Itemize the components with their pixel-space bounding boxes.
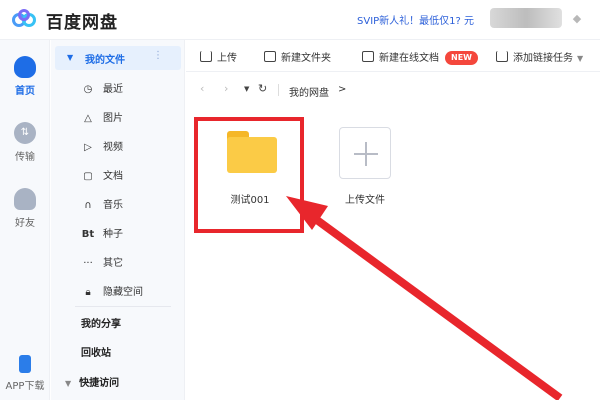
bt-icon: Bt — [81, 229, 95, 240]
svip-promo-link[interactable]: SVIP新人礼！最低仅1? 元 — [357, 12, 474, 27]
sidebar-item-recycle-bin[interactable]: 回收站 — [81, 344, 111, 359]
file-sidebar: ▼ 我的文件 ⋮ ◷ 最近 △ 图片 ▷ 视频 ▢ 文档 ∩ 音乐 Bt 种子 ··· 其它 … — [51, 40, 185, 400]
sidebar-item-label: 视频 — [103, 142, 123, 153]
ellipsis-icon: ··· — [83, 258, 93, 269]
document-icon: ▢ — [83, 171, 93, 182]
rail-item-home[interactable]: 首页 — [0, 56, 50, 97]
back-arrow-icon[interactable]: ‹ — [200, 82, 204, 95]
sidebar-item-torrents[interactable]: Bt 种子 — [81, 225, 123, 241]
plus-icon-vertical — [365, 142, 367, 166]
sidebar-my-files-label: 我的文件 — [85, 55, 125, 66]
user-avatar[interactable] — [490, 8, 562, 28]
rail-label-friends: 好友 — [15, 218, 35, 229]
refresh-icon[interactable]: ↻ — [258, 82, 267, 95]
upload-file-tile[interactable] — [339, 127, 391, 179]
sidebar-item-other[interactable]: ··· 其它 — [81, 254, 123, 270]
breadcrumb: ‹ › ▼ ↻ 我的网盘 > — [186, 76, 600, 104]
sidebar-item-label: 图片 — [103, 113, 123, 124]
sidebar-item-documents[interactable]: ▢ 文档 — [81, 167, 123, 183]
top-bar: 百度网盘 SVIP新人礼！最低仅1? 元 ◆ — [0, 0, 600, 40]
sidebar-item-label: 隐藏空间 — [103, 287, 143, 298]
new-folder-icon — [264, 51, 276, 62]
upload-button[interactable]: 上传 — [200, 49, 237, 64]
play-icon: ▷ — [84, 142, 92, 153]
breadcrumb-divider — [278, 84, 279, 96]
folder-icon[interactable] — [227, 131, 277, 173]
friends-icon — [14, 188, 36, 210]
sidebar-item-my-files[interactable]: ▼ 我的文件 ⋮ — [55, 46, 181, 70]
left-rail: 首页 ⇅ 传输 好友 APP下载 — [0, 40, 50, 400]
forward-arrow-icon[interactable]: › — [224, 82, 228, 95]
headphones-icon: ∩ — [84, 200, 92, 211]
transfer-icon: ⇅ — [14, 122, 36, 144]
caret-down-icon: ▼ — [65, 379, 72, 388]
rail-label-home: 首页 — [15, 86, 35, 97]
sidebar-item-label: 文档 — [103, 171, 123, 182]
sidebar-item-images[interactable]: △ 图片 — [81, 109, 123, 125]
sidebar-item-music[interactable]: ∩ 音乐 — [81, 196, 123, 212]
app-title: 百度网盘 — [46, 12, 118, 33]
sidebar-item-label: 最近 — [103, 84, 123, 95]
history-dropdown-icon[interactable]: ▼ — [244, 85, 249, 93]
app-logo[interactable]: 百度网盘 — [12, 7, 118, 33]
caret-down-icon: ▼ — [577, 54, 584, 63]
new-badge: NEW — [445, 51, 478, 65]
breadcrumb-separator: > — [338, 84, 347, 95]
new-online-doc-button[interactable]: 新建在线文档 NEW — [362, 49, 478, 65]
new-folder-button[interactable]: 新建文件夹 — [264, 49, 331, 64]
folder-name[interactable]: 测试001 — [200, 191, 300, 206]
rail-label-transfer: 传输 — [15, 152, 35, 163]
vip-diamond-icon[interactable]: ◆ — [570, 12, 584, 25]
sidebar-item-quick-access[interactable]: ▼ 快捷访问 — [65, 374, 119, 389]
rail-item-friends[interactable]: 好友 — [0, 188, 50, 229]
clock-icon: ◷ — [83, 84, 93, 95]
rail-label-app-download: APP下载 — [5, 381, 45, 392]
sidebar-item-recent[interactable]: ◷ 最近 — [81, 80, 123, 96]
rail-item-app-download[interactable]: APP下载 — [0, 355, 50, 392]
add-link-task-label: 添加链接任务 — [513, 53, 573, 64]
sidebar-item-label: 音乐 — [103, 200, 123, 211]
mountain-icon: △ — [84, 113, 92, 124]
toolbar: 上传 新建文件夹 新建在线文档 NEW 添加链接任务 ▼ — [186, 40, 600, 72]
sidebar-item-label: 其它 — [103, 258, 123, 269]
sidebar-quick-access-label: 快捷访问 — [79, 378, 120, 389]
phone-icon — [19, 355, 31, 373]
sidebar-item-videos[interactable]: ▷ 视频 — [81, 138, 123, 154]
upload-file-label: 上传文件 — [345, 195, 385, 206]
download-icon — [496, 51, 508, 62]
cloud-icon — [14, 56, 36, 78]
sidebar-item-my-share[interactable]: 我的分享 — [81, 315, 121, 330]
upload-label: 上传 — [217, 53, 237, 64]
new-folder-label: 新建文件夹 — [281, 53, 331, 64]
more-vertical-icon[interactable]: ⋮ — [153, 50, 163, 61]
sidebar-item-hidden-space[interactable]: 🔒︎ 隐藏空间 — [81, 283, 143, 299]
baidu-netdisk-logo-icon — [12, 9, 40, 31]
new-online-doc-label: 新建在线文档 — [379, 53, 439, 64]
sidebar-item-label: 种子 — [103, 229, 123, 240]
lock-icon: 🔒︎ — [85, 287, 91, 298]
breadcrumb-root[interactable]: 我的网盘 — [289, 84, 329, 99]
sidebar-divider — [75, 306, 171, 307]
add-link-task-button[interactable]: 添加链接任务 ▼ — [496, 49, 583, 64]
caret-down-icon: ▼ — [67, 53, 74, 62]
new-doc-icon — [362, 51, 374, 62]
upload-icon — [200, 51, 212, 62]
rail-item-transfer[interactable]: ⇅ 传输 — [0, 122, 50, 163]
